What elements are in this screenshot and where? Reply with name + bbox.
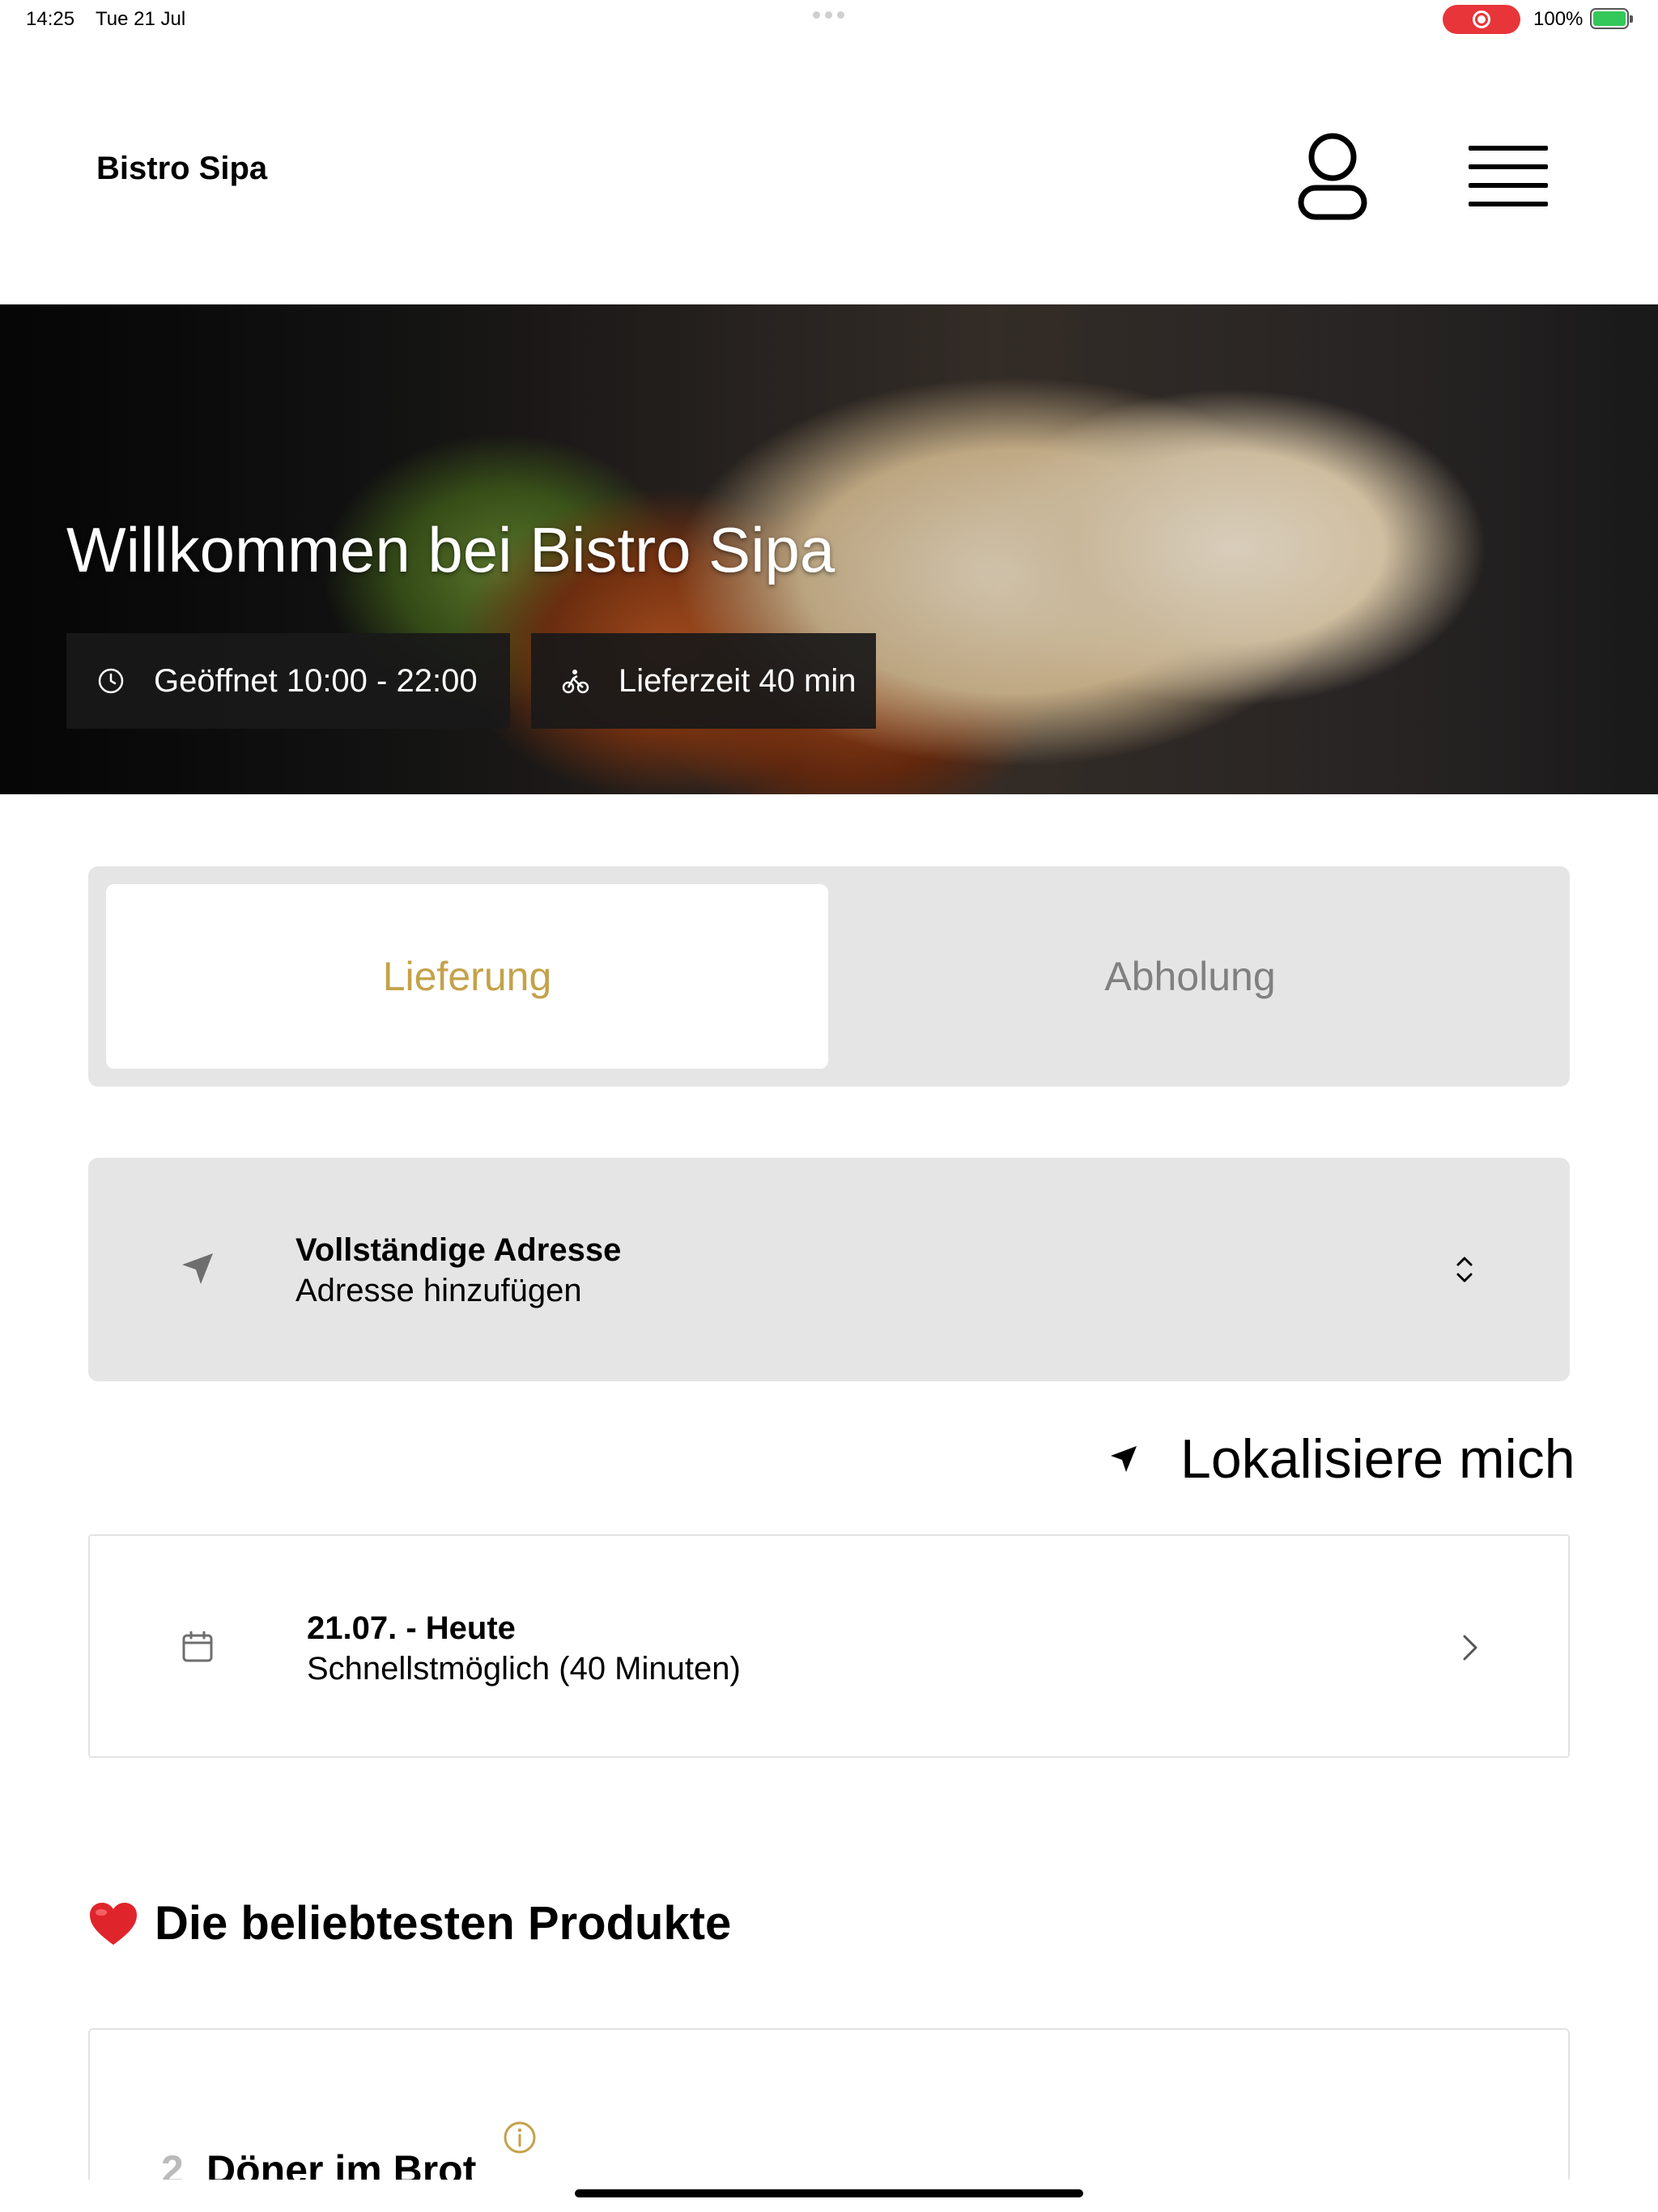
user-icon[interactable] — [1294, 128, 1371, 225]
clock-icon — [98, 668, 124, 694]
hero-banner: Willkommen bei Bistro Sipa Geöffnet 10:0… — [0, 304, 1658, 794]
address-subtitle: Adresse hinzufügen — [295, 1273, 582, 1308]
bike-courier-icon — [562, 670, 589, 694]
tab-pickup[interactable]: Abholung — [828, 884, 1552, 1069]
screen-recording-icon[interactable] — [1443, 5, 1520, 34]
order-mode-toggle: Lieferung Abholung — [88, 866, 1570, 1087]
status-bar: 14:25 Tue 21 Jul 100% — [0, 0, 1658, 39]
address-selector[interactable]: Vollständige Adresse Adresse hinzufügen — [88, 1158, 1570, 1381]
tab-delivery[interactable]: Lieferung — [106, 884, 828, 1069]
schedule-time: Schnellstmöglich (40 Minuten) — [307, 1651, 741, 1687]
location-arrow-icon — [1111, 1446, 1137, 1472]
status-time: 14:25 — [26, 8, 75, 30]
chevron-right-icon — [1463, 1635, 1477, 1661]
calendar-icon — [182, 1631, 213, 1662]
delivery-time-selector[interactable]: 21.07. - Heute Schnellstmöglich (40 Minu… — [88, 1534, 1570, 1758]
locate-me-button[interactable]: Lokalisiere mich — [1107, 1428, 1575, 1490]
status-date: Tue 21 Jul — [96, 8, 186, 30]
battery-icon — [1590, 8, 1633, 29]
delivery-time-text: Lieferzeit 40 min — [619, 662, 857, 699]
address-title: Vollständige Adresse — [295, 1232, 622, 1268]
battery-percentage: 100% — [1533, 8, 1584, 30]
hero-title: Willkommen bei Bistro Sipa — [66, 514, 835, 585]
navigation-arrow-icon — [182, 1253, 213, 1284]
locate-me-label: Lokalisiere mich — [1180, 1428, 1575, 1490]
opening-hours-chip: Geöffnet 10:00 - 22:00 — [66, 633, 510, 729]
brand-name[interactable]: Bistro Sipa — [96, 152, 267, 185]
schedule-date: 21.07. - Heute — [307, 1610, 516, 1646]
app-header: Bistro Sipa — [0, 39, 1658, 304]
multitasking-dots-icon[interactable] — [813, 11, 845, 19]
opening-hours-text: Geöffnet 10:00 - 22:00 — [154, 662, 478, 699]
popular-products-heading: Die beliebtesten Produkte — [88, 1896, 731, 1950]
delivery-time-chip: Lieferzeit 40 min — [531, 633, 876, 729]
heart-icon — [90, 1902, 137, 1945]
home-indicator[interactable] — [575, 2189, 1083, 2197]
popular-products-title: Die beliebtesten Produkte — [155, 1897, 732, 1950]
chevron-up-down-icon — [1456, 1257, 1473, 1283]
info-icon[interactable] — [503, 2121, 537, 2155]
hamburger-menu-icon[interactable] — [1465, 136, 1554, 217]
